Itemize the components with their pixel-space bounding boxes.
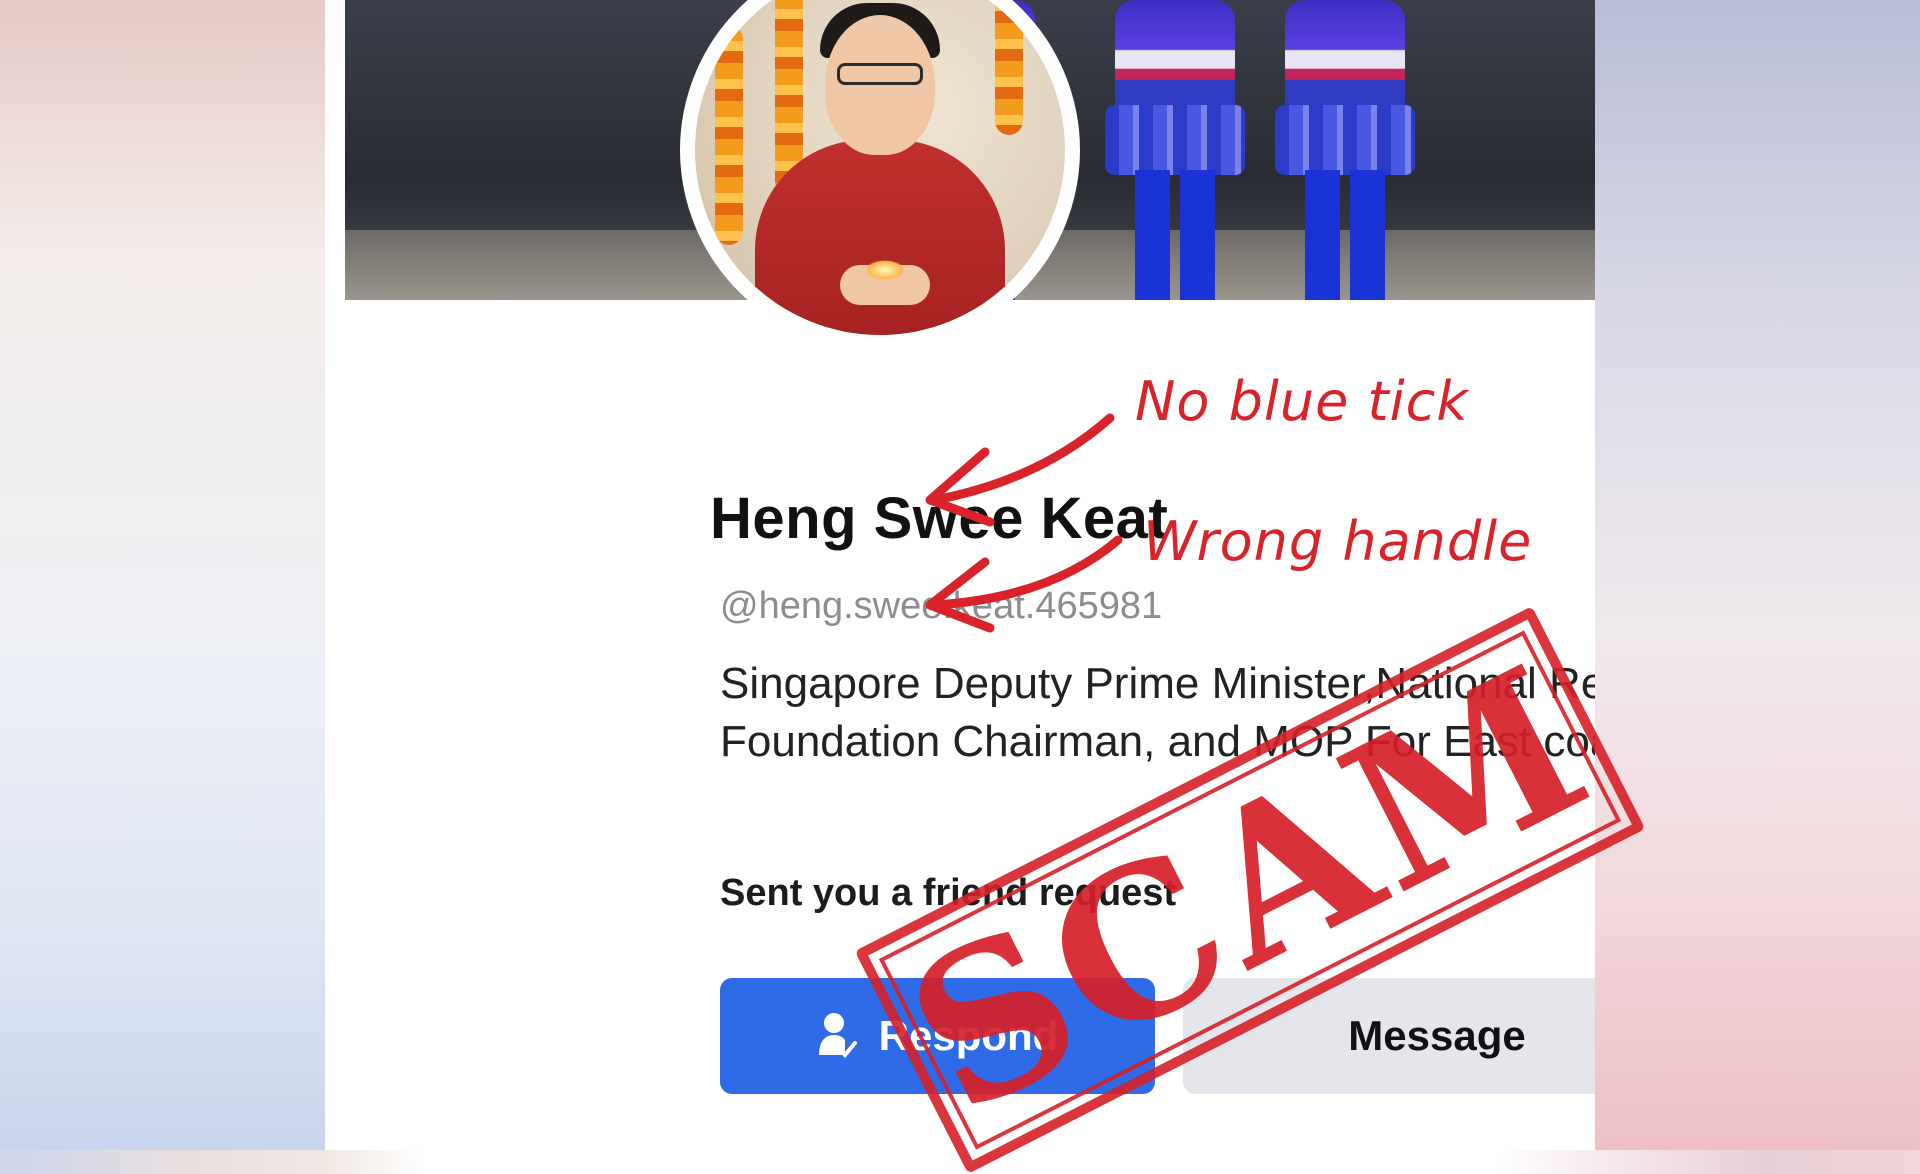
- profile-handle: @heng.swee.keat.465981: [720, 585, 1163, 627]
- cover-figure: [1275, 0, 1415, 300]
- annotation-no-blue-tick: No blue tick: [1135, 370, 1469, 433]
- profile-name: Heng Swee Keat: [710, 486, 1169, 551]
- message-button-label: Message: [1348, 1012, 1526, 1059]
- person-check-icon: [817, 1011, 857, 1061]
- annotation-wrong-handle: Wrong handle: [1143, 510, 1533, 573]
- background-left: [0, 0, 330, 1150]
- background-right: [1595, 0, 1920, 1150]
- cover-figure: [1105, 0, 1245, 300]
